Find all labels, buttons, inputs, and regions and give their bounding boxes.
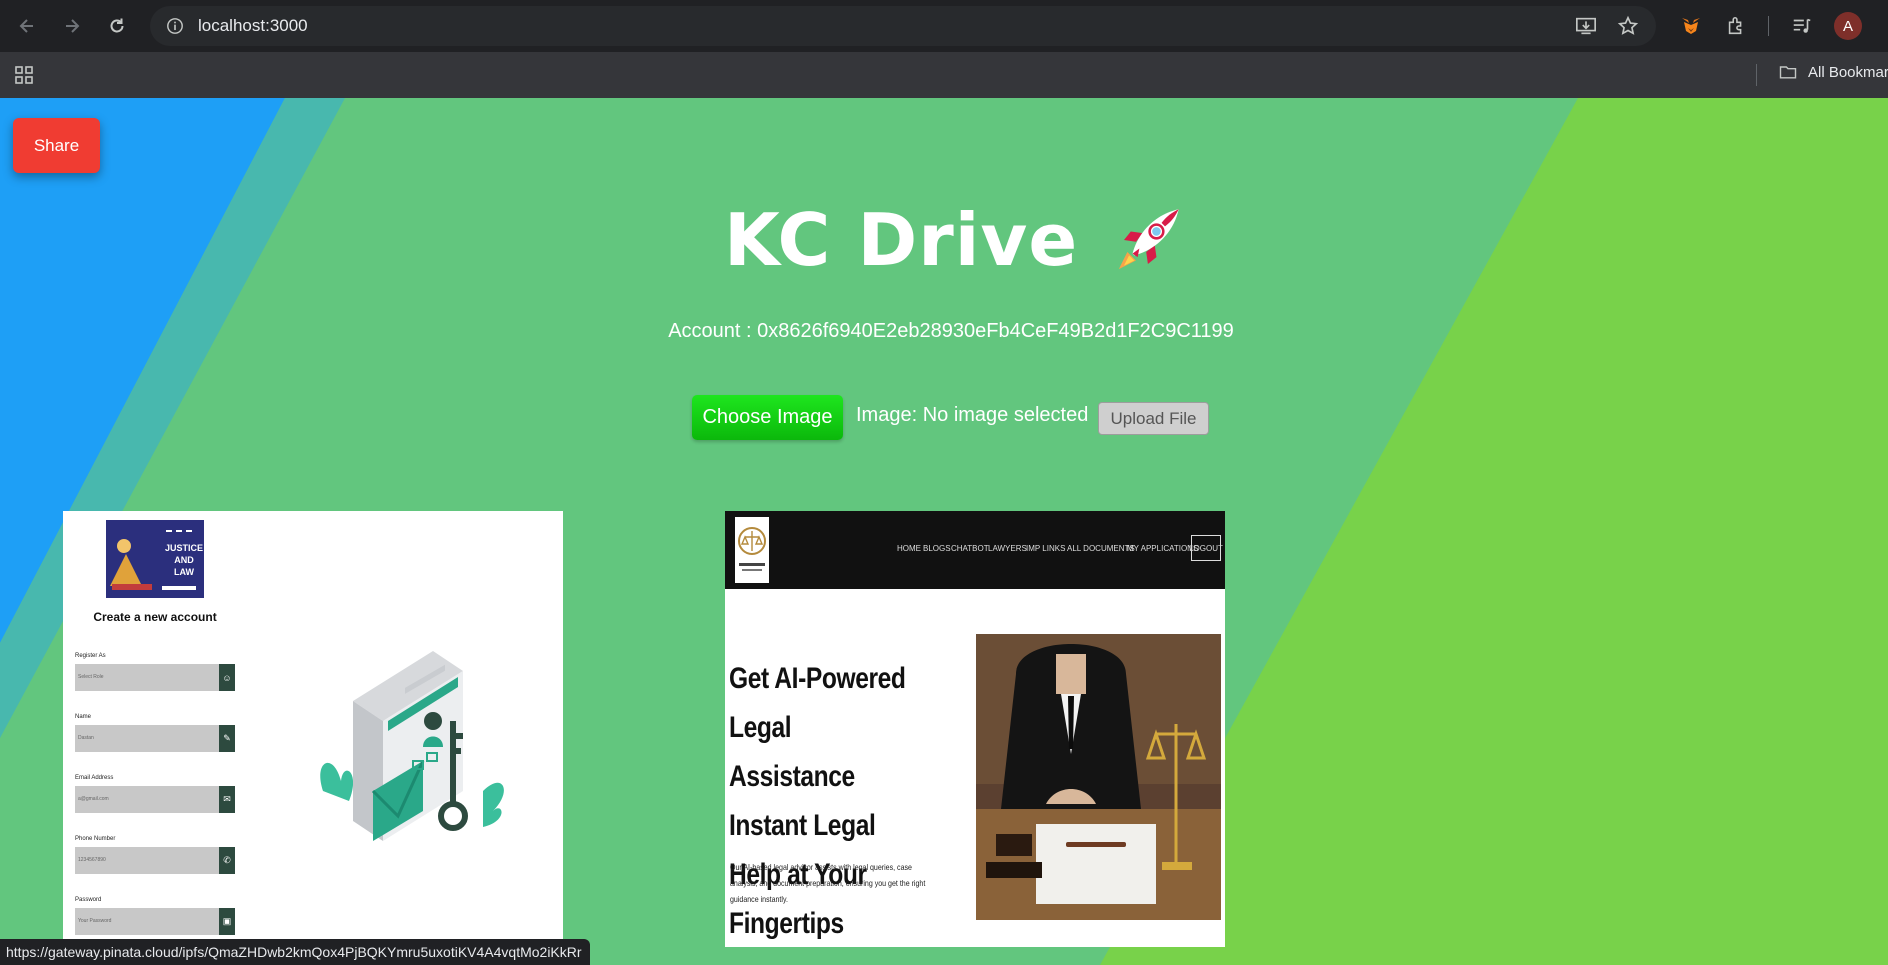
nav-item: IMP LINKS [1026,544,1066,553]
apps-grid-icon[interactable] [12,63,36,87]
profile-avatar[interactable]: A [1834,12,1862,40]
security-illustration-icon [320,651,504,841]
field-label: Name [75,714,92,720]
nav-item: LAWYERS [988,544,1027,553]
field-label: Register As [75,653,106,659]
all-bookmarks-label: All Bookmarks [1808,63,1888,81]
nav-item: HOME [897,544,921,553]
site-navbar: HOME BLOGS CHATBOT LAWYERS IMP LINKS ALL… [725,511,1225,589]
share-button[interactable]: Share [13,118,100,173]
title-row: KC Drive [724,190,1184,290]
install-app-icon[interactable] [1574,14,1598,38]
field-value: Dastan [78,735,94,741]
field-label: Phone Number [75,836,116,842]
reload-icon[interactable] [102,11,132,41]
all-bookmarks-button[interactable]: All Bookmarks [1778,62,1888,82]
bookmarks-bar: All Bookmarks [0,52,1888,98]
nav-item: BLOGS [923,544,951,553]
browser-chrome: localhost:3000 A All Bookmarks [0,0,1888,98]
form-heading: Create a new account [93,610,217,624]
hero-description: Our AI-based legal advisor assists with … [730,862,926,904]
field-value: a@gmail.com [78,796,109,802]
site-info-icon[interactable] [164,15,186,37]
lock-icon: ▣ [219,908,235,935]
logo-text: JUSTICE AND LAW [164,543,203,577]
forward-icon[interactable] [57,11,87,41]
pencil-icon: ✎ [219,725,235,752]
bookmark-star-icon[interactable] [1616,14,1640,38]
page-body: Share KC Drive Account : 0x8626f6940E2eb… [0,98,1888,965]
phone-icon: ✆ [219,847,235,874]
media-controls-icon[interactable] [1788,12,1816,40]
uploaded-image-2[interactable]: HOME BLOGS CHATBOT LAWYERS IMP LINKS ALL… [725,511,1225,947]
uploaded-image-1[interactable]: JUSTICE AND LAW Create a new account Reg… [63,511,563,965]
image-status-text: Image: No image selected [856,404,1089,426]
justice-law-logo: JUSTICE AND LAW [106,520,204,598]
toolbar-divider [1768,16,1769,36]
email-field: a@gmail.com ✉ [75,786,235,813]
logout-button: LOGOUT [1189,535,1223,561]
choose-image-button[interactable]: Choose Image [692,395,843,440]
phone-field: 1234567890 ✆ [75,847,235,874]
url-text[interactable]: localhost:3000 [198,16,308,36]
upload-file-button[interactable]: Upload File [1098,402,1209,435]
nav-item: ALL DOCUMENTS [1067,544,1135,553]
rocket-icon [1119,209,1179,270]
password-field: Your Password ▣ [75,908,235,935]
address-bar[interactable]: localhost:3000 [150,6,1656,46]
nav-item: MY APPLICATIONS [1127,544,1199,553]
account-address: Account : 0x8626f6940E2eb28930eFb4CeF49B… [668,320,1234,342]
user-icon: ☺ [219,664,235,691]
field-value: Your Password [78,918,112,924]
role-select: Select Role ☺ [75,664,235,691]
field-label: Email Address [75,775,114,781]
law-office-logo [735,517,769,583]
lawyer-photo [976,634,1221,920]
folder-icon [1779,66,1797,79]
field-label: Password [75,897,102,903]
page-title: KC Drive [724,198,1079,282]
nav-item: CHATBOT [951,544,989,553]
link-status-bubble: https://gateway.pinata.cloud/ipfs/QmaZHD… [0,939,590,965]
field-value: Select Role [78,674,104,680]
toolbar: localhost:3000 A [0,0,1888,52]
bookmarks-divider [1756,64,1757,86]
extensions-icon[interactable] [1722,12,1750,40]
field-value: 1234567890 [78,857,106,863]
back-icon[interactable] [12,11,42,41]
name-field: Dastan ✎ [75,725,235,752]
metamask-fox-icon[interactable] [1677,12,1705,40]
mail-icon: ✉ [219,786,235,813]
